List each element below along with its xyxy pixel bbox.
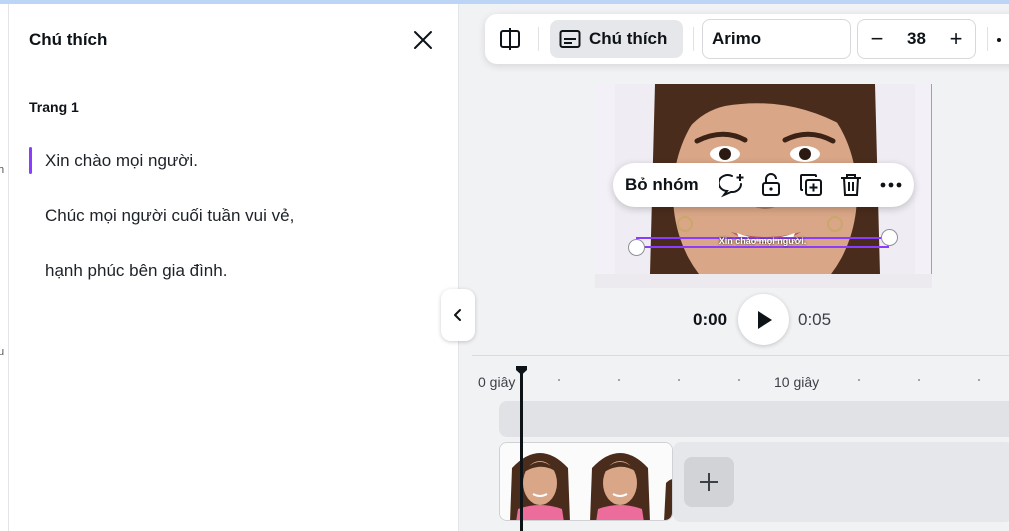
ruler-tick — [918, 379, 920, 381]
canvas-edge — [931, 84, 932, 274]
ruler-tick — [618, 379, 620, 381]
strip-text-b: u — [0, 346, 4, 358]
toolbar-divider — [538, 27, 539, 51]
duplicate-icon — [800, 174, 822, 196]
canvas-underlay — [595, 274, 932, 288]
ruler-tick — [678, 379, 680, 381]
font-size-value[interactable]: 38 — [892, 20, 941, 58]
font-size-stepper: − 38 + — [857, 19, 976, 59]
editor-toolbar: Chú thích Arimo − 38 + — [485, 14, 1009, 64]
video-thumbnails — [500, 443, 672, 520]
add-clip-button[interactable] — [684, 457, 734, 507]
increase-font-size-button[interactable]: + — [941, 24, 971, 54]
collapse-panel-button[interactable] — [441, 289, 475, 341]
caption-line[interactable]: Chúc mọi người cuối tuần vui vẻ, — [45, 206, 294, 226]
more-options-button[interactable] — [878, 172, 904, 198]
captions-button-label: Chú thích — [589, 29, 668, 48]
ruler-label-start: 0 giây — [478, 374, 516, 390]
thumbnail-frame — [510, 453, 570, 520]
ruler-tick — [858, 379, 860, 381]
playhead-marker-icon — [516, 366, 527, 375]
ruler-tick — [738, 379, 740, 381]
play-button[interactable] — [738, 294, 789, 345]
page-label: Trang 1 — [29, 99, 79, 115]
timeline-divider — [472, 355, 1009, 356]
close-panel-button[interactable] — [409, 26, 437, 54]
captions-panel: Chú thích Trang 1 Xin chào mọi người. Ch… — [9, 4, 459, 531]
toolbar-divider — [987, 27, 988, 51]
video-clip-track[interactable] — [499, 442, 673, 521]
ellipsis-icon — [880, 182, 902, 188]
strip-text-a: h — [0, 164, 4, 176]
left-edge-strip: h u — [0, 4, 9, 531]
delete-button[interactable] — [838, 172, 864, 198]
panel-title: Chú thích — [29, 30, 108, 49]
play-icon — [757, 310, 772, 329]
toolbar-divider — [693, 27, 694, 51]
ruler-tick — [558, 379, 560, 381]
active-caption-indicator — [29, 147, 32, 174]
plus-icon — [700, 473, 718, 491]
split-panel-icon — [500, 28, 520, 50]
element-context-menu: Bỏ nhóm — [613, 163, 914, 207]
canvas-caption-text[interactable]: Xin chào mọi người. — [636, 236, 889, 246]
ungroup-button[interactable]: Bỏ nhóm — [625, 163, 699, 207]
caption-icon — [559, 30, 581, 48]
caption-line[interactable]: Xin chào mọi người. — [45, 151, 198, 171]
trash-icon — [841, 174, 861, 196]
caption-line[interactable]: hạnh phúc bên gia đình. — [45, 261, 227, 281]
comment-add-icon — [717, 174, 744, 198]
ruler-label-mid: 10 giây — [774, 374, 820, 390]
duplicate-button[interactable] — [798, 172, 824, 198]
more-options-icon[interactable] — [997, 38, 1001, 42]
playhead-handle[interactable] — [515, 363, 528, 381]
flip-button[interactable] — [497, 26, 523, 52]
chevron-left-icon — [454, 309, 461, 321]
playhead-line[interactable] — [520, 370, 523, 531]
caption-track[interactable] — [499, 401, 1009, 437]
add-comment-button[interactable] — [717, 172, 745, 198]
font-family-dropdown[interactable]: Arimo — [702, 19, 851, 59]
resize-handle-right[interactable] — [881, 229, 898, 246]
current-time: 0:00 — [693, 310, 728, 329]
total-duration: 0:05 — [798, 310, 832, 329]
lock-button[interactable] — [758, 172, 784, 198]
captions-button[interactable]: Chú thích — [550, 20, 683, 58]
unlock-icon — [762, 173, 780, 196]
ruler-tick — [978, 379, 980, 381]
resize-handle-left[interactable] — [628, 239, 645, 256]
close-icon — [414, 31, 432, 49]
decrease-font-size-button[interactable]: − — [862, 24, 892, 54]
